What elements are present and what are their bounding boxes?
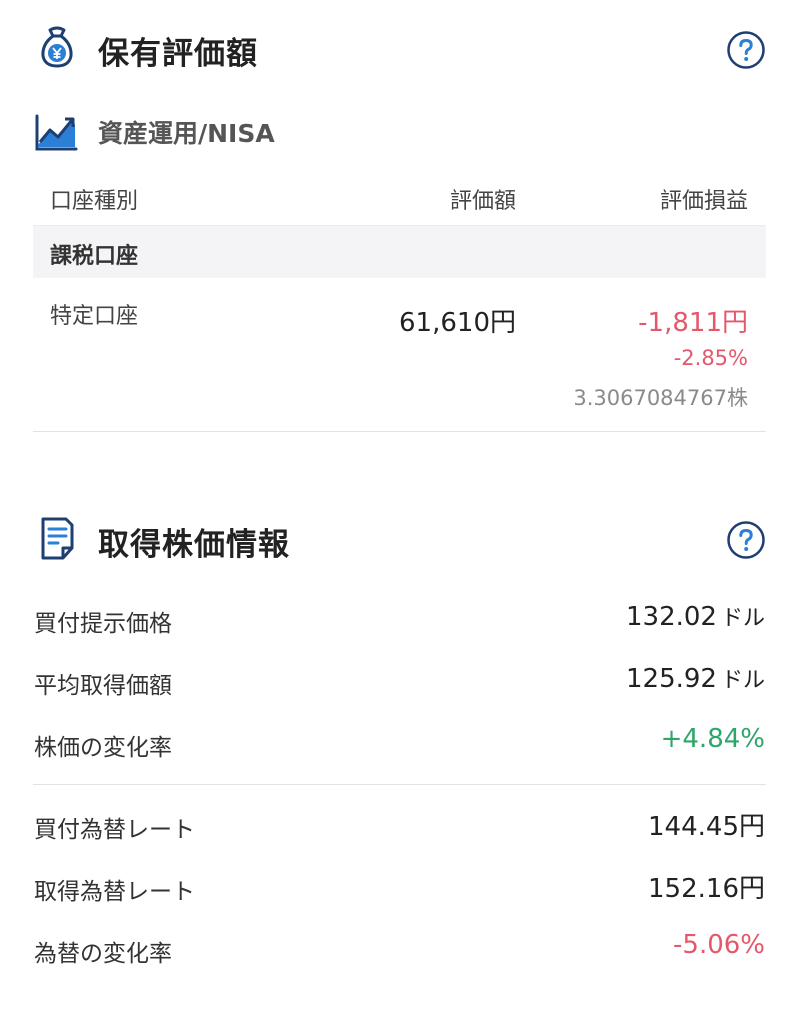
- info-row-label: 平均取得価額: [34, 673, 172, 699]
- acquisition-header: 取得株価情報: [0, 510, 798, 570]
- question-circle-icon[interactable]: [726, 520, 766, 560]
- column-header-account-type: 口座種別: [50, 189, 139, 214]
- divider: [33, 431, 766, 432]
- account-group-label: 課税口座: [50, 244, 139, 269]
- acquisition-title: 取得株価情報: [98, 527, 290, 563]
- info-row-label: 為替の変化率: [34, 941, 172, 967]
- column-header-profit-loss: 評価損益: [659, 189, 748, 214]
- account-value: 61,610円: [399, 308, 516, 338]
- account-name: 特定口座: [50, 304, 139, 329]
- account-shares: 3.3067084767株: [573, 386, 748, 410]
- subsection-header: 資産運用/NISA: [34, 108, 634, 154]
- info-row-value: 144.45円: [648, 812, 765, 842]
- info-row: 株価の変化率 +4.84%: [0, 724, 798, 764]
- info-row-value-negative: -5.06%: [673, 930, 765, 960]
- info-row-label: 買付為替レート: [34, 817, 195, 843]
- account-profit-loss-percent: -2.85%: [673, 346, 748, 370]
- info-row-value: 152.16円: [648, 874, 765, 904]
- holdings-header: 保有評価額: [0, 20, 798, 80]
- info-row-value: 125.92 ドル: [626, 664, 765, 694]
- info-row: 買付提示価格 132.02 ドル: [0, 600, 798, 640]
- money-bag-yen-icon: [41, 26, 73, 68]
- info-row-label: 取得為替レート: [34, 879, 195, 905]
- account-group-band: 課税口座: [33, 225, 766, 278]
- subsection-title: 資産運用/NISA: [98, 119, 275, 148]
- holdings-title: 保有評価額: [98, 36, 258, 72]
- document-icon: [41, 517, 74, 560]
- info-row: 為替の変化率 -5.06%: [0, 930, 798, 970]
- account-profit-loss: -1,811円: [638, 308, 748, 338]
- info-row-value: 132.02 ドル: [626, 602, 765, 632]
- column-header-value: 評価額: [449, 189, 516, 214]
- info-row-label: 買付提示価格: [34, 611, 172, 637]
- info-row-label: 株価の変化率: [34, 735, 172, 761]
- info-row: 平均取得価額 125.92 ドル: [0, 662, 798, 702]
- info-row: 取得為替レート 152.16円: [0, 868, 798, 908]
- divider: [33, 784, 766, 785]
- info-row: 買付為替レート 144.45円: [0, 806, 798, 846]
- question-circle-icon[interactable]: [726, 30, 766, 70]
- info-row-value-positive: +4.84%: [660, 724, 765, 754]
- line-chart-icon: [35, 114, 78, 151]
